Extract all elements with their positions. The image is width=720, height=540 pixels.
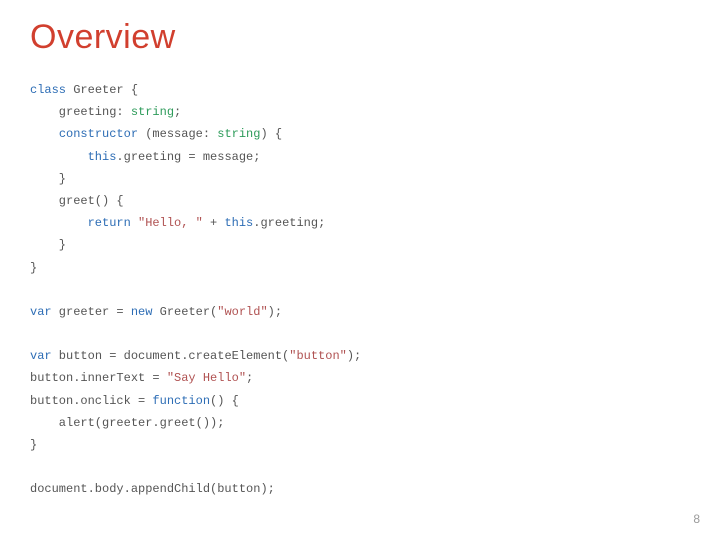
code-text: greeting: [30, 105, 131, 119]
code-keyword: this [88, 150, 117, 164]
code-keyword: constructor [59, 127, 138, 141]
code-block: class Greeter { greeting: string; constr… [30, 79, 690, 501]
code-text: ; [246, 371, 253, 385]
code-text: .greeting; [253, 216, 325, 230]
code-string: "Hello, " [138, 216, 203, 230]
code-keyword: var [30, 305, 52, 319]
code-text: ); [347, 349, 361, 363]
code-text: alert(greeter.greet()); [30, 416, 224, 430]
code-text: ) { [260, 127, 282, 141]
code-string: "world" [217, 305, 267, 319]
code-text: Greeter { [66, 83, 138, 97]
code-text: + [203, 216, 225, 230]
code-keyword: new [131, 305, 153, 319]
slide: Overview class Greeter { greeting: strin… [0, 0, 720, 540]
code-string: "Say Hello" [167, 371, 246, 385]
code-type: string [217, 127, 260, 141]
code-text [30, 216, 88, 230]
code-text: greet() { [30, 194, 124, 208]
code-text [30, 127, 59, 141]
code-keyword: var [30, 349, 52, 363]
page-number: 8 [693, 512, 700, 526]
code-text: } [30, 172, 66, 186]
code-text: ; [174, 105, 181, 119]
code-text: Greeter( [152, 305, 217, 319]
code-text: button.innerText = [30, 371, 167, 385]
code-text: () { [210, 394, 239, 408]
code-text: ); [268, 305, 282, 319]
code-keyword: return [88, 216, 131, 230]
code-text: greeter = [52, 305, 131, 319]
code-type: string [131, 105, 174, 119]
code-text: (message: [138, 127, 217, 141]
code-text: } [30, 261, 37, 275]
code-keyword: this [224, 216, 253, 230]
code-text: document.body.appendChild(button); [30, 482, 275, 496]
code-text [131, 216, 138, 230]
code-keyword: class [30, 83, 66, 97]
code-text: } [30, 438, 37, 452]
code-text: button.onclick = [30, 394, 152, 408]
code-text: } [30, 238, 66, 252]
code-string: "button" [289, 349, 347, 363]
code-text: button = document.createElement( [52, 349, 290, 363]
page-title: Overview [30, 18, 690, 57]
code-text: .greeting = message; [116, 150, 260, 164]
code-text [30, 150, 88, 164]
code-keyword: function [152, 394, 210, 408]
